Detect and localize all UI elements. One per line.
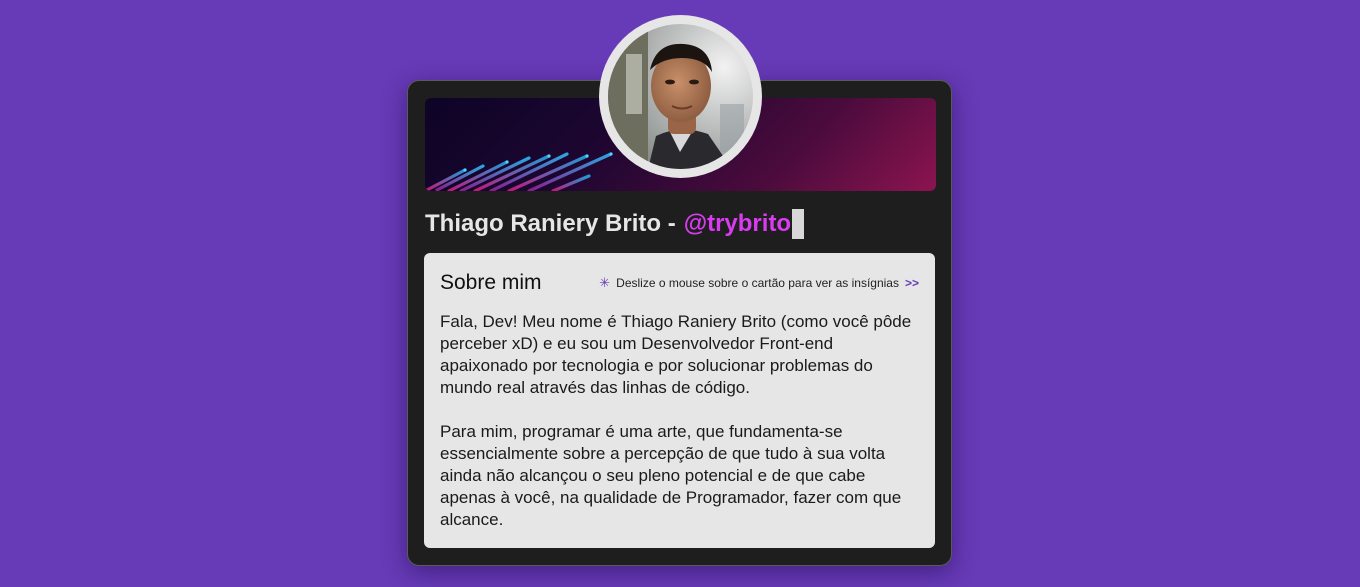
profile-photo-icon bbox=[608, 24, 753, 169]
about-paragraph-2: Para mim, programar é uma arte, que fund… bbox=[440, 422, 902, 529]
about-title: Sobre mim bbox=[440, 271, 542, 294]
page: Thiago Raniery Brito - @trybrito Sobre m… bbox=[0, 0, 1360, 587]
badges-hint[interactable]: ✳ Deslize o mouse sobre o cartão para ve… bbox=[599, 275, 919, 291]
badges-hint-text: Deslize o mouse sobre o cartão para ver … bbox=[616, 276, 899, 290]
avatar[interactable] bbox=[599, 15, 762, 178]
about-paragraph-1: Fala, Dev! Meu nome é Thiago Raniery Bri… bbox=[440, 312, 912, 397]
typing-cursor bbox=[792, 209, 805, 239]
asterisk-icon: ✳ bbox=[599, 275, 611, 290]
avatar-photo bbox=[608, 24, 753, 169]
profile-name-row: Thiago Raniery Brito - @trybrito bbox=[425, 208, 805, 240]
profile-name: Thiago Raniery Brito - bbox=[425, 210, 676, 237]
about-panel: Sobre mim ✳ Deslize o mouse sobre o cart… bbox=[424, 253, 935, 548]
profile-handle[interactable]: @trybrito bbox=[684, 210, 791, 238]
about-header: Sobre mim ✳ Deslize o mouse sobre o cart… bbox=[440, 269, 919, 297]
double-chevron-right-icon: >> bbox=[904, 276, 919, 290]
